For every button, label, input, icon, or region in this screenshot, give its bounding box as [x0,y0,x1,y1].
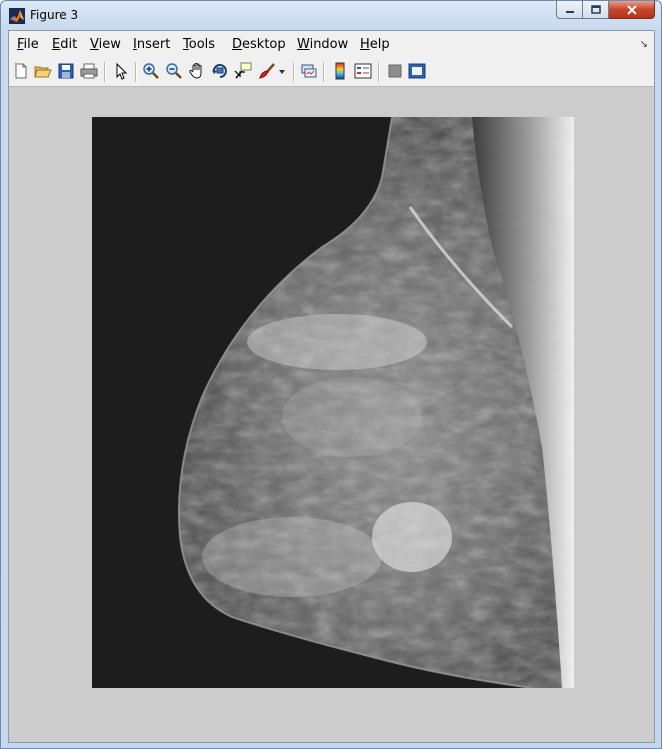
caption-buttons [556,1,655,21]
zoom-in-icon[interactable] [142,62,160,80]
show-plot-tools-icon[interactable] [408,62,426,80]
menu-edit[interactable]: Edit [52,37,77,52]
figure-canvas[interactable] [9,87,654,742]
menu-insert[interactable]: Insert [133,37,170,52]
matlab-logo-icon [9,8,25,24]
title-bar[interactable]: Figure 3 [1,1,661,29]
dock-figure-icon[interactable]: ↘ [640,39,648,50]
figure-toolbar [9,58,654,87]
data-cursor-icon[interactable] [234,62,252,80]
mammogram-image[interactable] [92,117,574,688]
save-icon[interactable] [57,62,75,80]
toolbar-separator [293,62,295,82]
print-icon[interactable] [80,62,98,80]
toolbar-separator [104,62,106,82]
legend-icon[interactable] [354,62,372,80]
brush-dropdown-icon[interactable] [277,62,287,80]
new-figure-icon[interactable] [12,62,30,80]
menu-desktop[interactable]: Desktop [232,37,286,52]
close-button[interactable] [609,1,655,19]
menu-window[interactable]: Window [297,37,348,52]
maximize-button[interactable] [583,1,609,19]
toolbar-separator [378,62,380,82]
close-icon [626,4,637,15]
colorbar-icon[interactable] [331,62,349,80]
brush-icon[interactable] [258,62,276,80]
menu-tools[interactable]: Tools [183,37,215,52]
toolbar-separator [135,62,137,82]
window-title: Figure 3 [30,8,79,22]
pan-hand-icon[interactable] [188,62,206,80]
minimize-button[interactable] [556,1,583,19]
zoom-out-icon[interactable] [165,62,183,80]
menu-bar: File Edit View Insert Tools Desktop Wind… [9,31,654,59]
figure-client-area: File Edit View Insert Tools Desktop Wind… [8,30,655,743]
hide-plot-tools-icon[interactable] [386,62,404,80]
minimize-icon [565,10,574,13]
restore-icon [590,4,601,14]
rotate-3d-icon[interactable] [211,62,229,80]
menu-view[interactable]: View [90,37,121,52]
open-file-icon[interactable] [34,62,52,80]
link-plot-icon[interactable] [300,62,318,80]
toolbar-separator [323,62,325,82]
figure-window: Figure 3 File Edit View Insert Tools Des… [0,0,662,749]
menu-file[interactable]: File [17,37,39,52]
menu-help[interactable]: Help [360,37,390,52]
edit-plot-arrow-icon[interactable] [112,62,130,80]
